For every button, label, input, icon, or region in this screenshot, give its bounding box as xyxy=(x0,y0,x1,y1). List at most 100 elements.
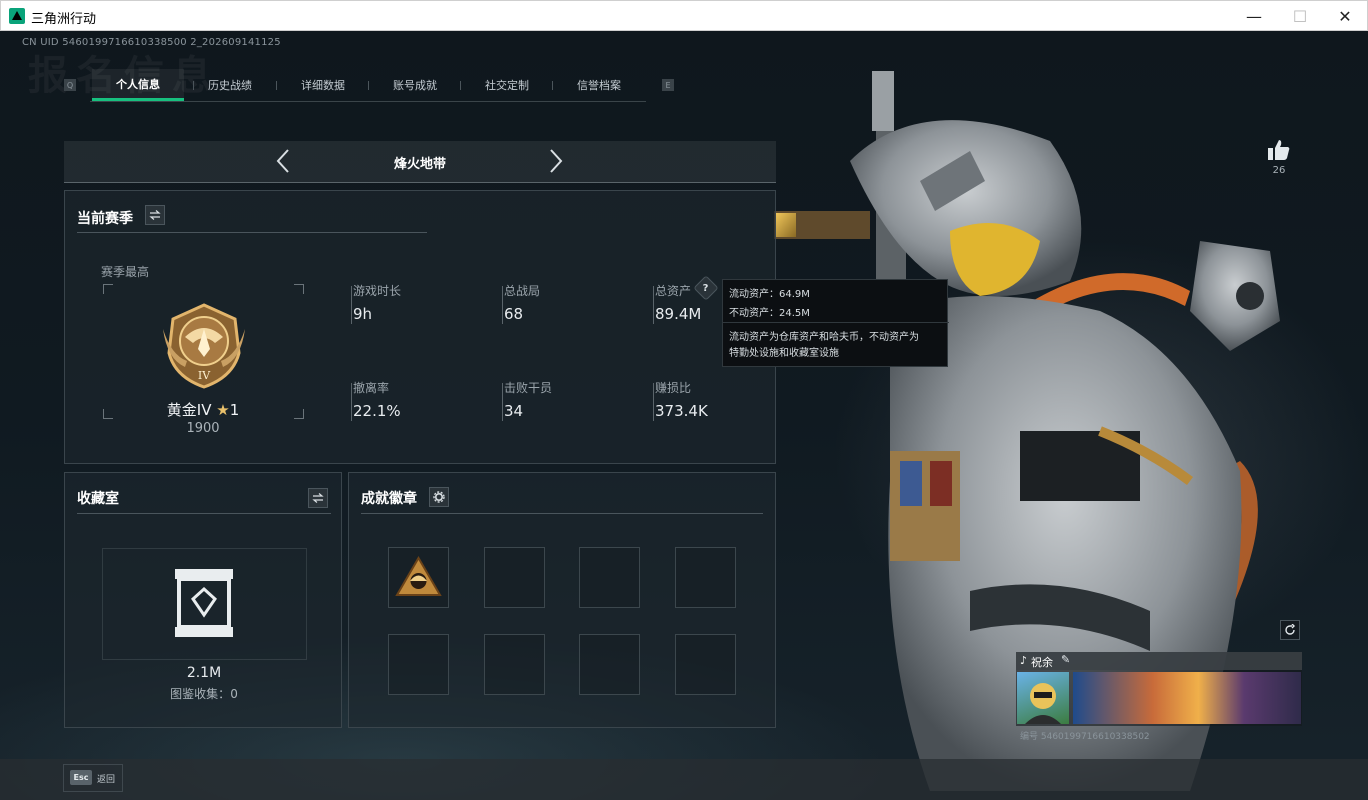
rank-name-row: 黄金IV ★1 xyxy=(103,399,303,420)
badge-slot[interactable] xyxy=(579,547,640,608)
switch-season-button[interactable] xyxy=(145,205,165,225)
mode-selector: 烽火地带 xyxy=(64,141,776,183)
tooltip-divider xyxy=(723,322,949,323)
triangle-badge-icon xyxy=(395,556,442,596)
stat-label-total-matches: 总战局 xyxy=(504,284,541,298)
tooltip-desc-line1: 流动资产为仓库资产和哈夫币，不动资产为 xyxy=(729,332,919,343)
title-underline xyxy=(77,232,427,233)
like-button[interactable]: 26 xyxy=(1264,139,1294,176)
main-tabs: Q 个人信息 历史战绩 详细数据 账号成就 社交定制 信誉档案 E xyxy=(58,69,678,102)
rank-numeral: IV xyxy=(198,369,211,382)
tab-personal-info[interactable]: 个人信息 xyxy=(92,69,184,101)
help-icon[interactable]: ? xyxy=(693,275,719,301)
frame-corner xyxy=(294,284,304,294)
stat-label-extract-rate: 撤离率 xyxy=(353,381,390,395)
tooltip-liquid-assets: 流动资产：64.9M xyxy=(729,289,810,300)
footer-bar: Esc 返回 xyxy=(0,759,1368,800)
tooltip-desc-line2: 特勤处设施和收藏室设施 xyxy=(729,348,839,359)
badge-slot[interactable] xyxy=(388,634,449,695)
minimize-button[interactable]: — xyxy=(1231,3,1277,29)
badge-slot[interactable] xyxy=(484,634,545,695)
switch-collection-button[interactable] xyxy=(308,488,328,508)
back-label[interactable]: 返回 xyxy=(97,772,115,785)
stat-divider xyxy=(653,286,654,324)
stat-divider xyxy=(502,286,503,324)
banner-image xyxy=(1073,672,1301,724)
star-icon: ★ xyxy=(216,401,230,419)
window-titlebar: 三角洲行动 — ☐ ✕ xyxy=(0,0,1368,31)
edit-icon[interactable]: ✎ xyxy=(1061,653,1070,666)
collection-value: 2.1M xyxy=(186,665,222,681)
tab-prev-key[interactable]: Q xyxy=(64,79,76,91)
stat-divider xyxy=(351,383,352,421)
stat-value-kills: 34 xyxy=(504,402,524,420)
maximize-button[interactable]: ☐ xyxy=(1277,3,1323,29)
tab-credit-record[interactable]: 信誉档案 xyxy=(553,69,645,101)
thumbs-up-icon xyxy=(1268,140,1290,160)
season-title: 当前赛季 xyxy=(77,211,133,227)
close-button[interactable]: ✕ xyxy=(1322,3,1368,29)
collection-panel[interactable]: 收藏室 2.1M 图鉴收集：0 xyxy=(64,472,342,728)
badge-slot[interactable] xyxy=(675,634,736,695)
frame-corner xyxy=(103,284,113,294)
app-logo-icon xyxy=(9,8,25,24)
collection-title: 收藏室 xyxy=(77,491,119,507)
tab-account-achievements[interactable]: 账号成就 xyxy=(369,69,461,101)
vault-display-icon xyxy=(175,569,233,637)
stat-divider xyxy=(351,286,352,324)
title-underline xyxy=(361,513,763,514)
catalog-label: 图鉴收集： xyxy=(170,687,231,701)
refresh-icon xyxy=(1285,624,1295,635)
tab-match-history[interactable]: 历史战绩 xyxy=(184,69,276,101)
badges-title: 成就徽章 xyxy=(361,491,417,507)
stat-value-profit-ratio: 373.4K xyxy=(655,402,708,420)
gear-icon xyxy=(433,491,445,503)
tooltip-fixed-assets: 不动资产：24.5M xyxy=(729,308,810,319)
season-panel: 当前赛季 赛季最高 IV 黄金IV ★1 1900 游戏时长 9h 总战局 68… xyxy=(64,190,776,464)
stat-label-playtime: 游戏时长 xyxy=(353,284,402,298)
badge-slot[interactable] xyxy=(484,547,545,608)
badge-slot[interactable] xyxy=(388,547,449,608)
badge-slot[interactable] xyxy=(579,634,640,695)
title-underline xyxy=(77,513,331,514)
esc-key[interactable]: Esc xyxy=(70,770,92,785)
tab-social-customize[interactable]: 社交定制 xyxy=(461,69,553,101)
stat-divider xyxy=(653,383,654,421)
assets-tooltip: 流动资产：64.9M 不动资产：24.5M 流动资产为仓库资产和哈夫币，不动资产… xyxy=(722,279,949,367)
stat-value-playtime: 9h xyxy=(353,305,373,323)
profile-card[interactable]: ♪ 祝余 ✎ xyxy=(1016,652,1302,726)
music-note-icon: ♪ xyxy=(1020,654,1028,667)
season-best-label: 赛季最高 xyxy=(101,265,150,279)
swap-icon xyxy=(312,493,324,503)
tab-detailed-data[interactable]: 详细数据 xyxy=(277,69,369,101)
chevron-right-icon-svg xyxy=(550,149,563,173)
tab-next-key[interactable]: E xyxy=(662,79,674,91)
stat-value-total-assets: 89.4M xyxy=(655,305,702,323)
badge-settings-button[interactable] xyxy=(429,487,449,507)
like-count: 26 xyxy=(1272,165,1286,176)
refresh-button[interactable] xyxy=(1280,620,1300,640)
window-title: 三角洲行动 xyxy=(31,12,97,27)
profile-id: 编号 5460199716610338502 xyxy=(1020,732,1150,742)
stat-value-total-matches: 68 xyxy=(504,305,524,323)
game-stage: 报名信息 CN UID 5460199716610338500 2_202609… xyxy=(0,31,1368,800)
swap-icon xyxy=(149,210,161,220)
chevron-right-icon[interactable] xyxy=(544,147,568,175)
badges-panel: 成就徽章 xyxy=(348,472,776,728)
catalog-row: 图鉴收集：0 xyxy=(65,685,343,702)
rank-points: 1900 xyxy=(186,421,220,436)
catalog-value: 0 xyxy=(230,687,238,701)
gold-rank-badge-icon: IV xyxy=(163,303,245,389)
stat-label-total-assets: 总资产 xyxy=(655,284,692,298)
stat-divider xyxy=(502,383,503,421)
tabs-divider xyxy=(90,101,646,102)
avatar-character-icon xyxy=(1025,683,1061,724)
profile-name: 祝余 xyxy=(1031,656,1053,669)
mode-label: 烽火地带 xyxy=(393,157,446,172)
badge-slot[interactable] xyxy=(675,547,736,608)
avatar xyxy=(1017,672,1069,724)
stat-label-kills: 击败干员 xyxy=(504,381,553,395)
stat-label-profit-ratio: 赚损比 xyxy=(655,381,692,395)
rank-stars: 1 xyxy=(229,401,240,419)
profile-card-header: ♪ 祝余 ✎ xyxy=(1016,652,1302,670)
